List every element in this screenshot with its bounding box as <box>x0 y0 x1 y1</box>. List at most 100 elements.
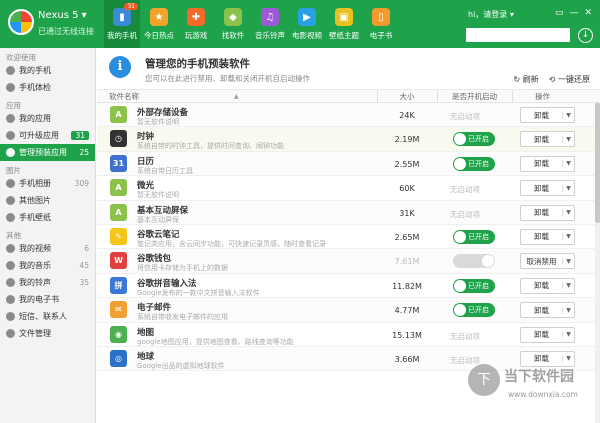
sidebar-count: 6 <box>84 244 89 253</box>
autostart-toggle[interactable]: 已开启 <box>453 156 495 171</box>
sidebar-item-16[interactable]: 短信、联系人 <box>0 308 95 325</box>
table-row[interactable]: ✉ 电子邮件 系统自带收发电子邮件的应用 4.77M 已开启 卸载 ▼ <box>97 298 600 323</box>
chevron-down-icon: ▼ <box>562 306 574 314</box>
sidebar-item-label: 我的应用 <box>19 114 51 123</box>
action-label: 卸载 <box>534 159 549 169</box>
device-name-dropdown[interactable]: Nexus 5 ▾ <box>38 10 87 21</box>
skin-button[interactable]: ▭ <box>555 8 564 18</box>
app-icon: ◷ <box>110 130 127 148</box>
toggle-knob <box>454 230 466 243</box>
sidebar-item-4[interactable]: 我的应用 <box>0 110 95 127</box>
sidebar-item-17[interactable]: 文件管理 <box>0 325 95 342</box>
nav-item-4[interactable]: ♫ 音乐铃声 <box>252 0 288 48</box>
action-dropdown[interactable]: 卸载 ▼ <box>520 228 575 245</box>
nav-item-7[interactable]: ▯ 电子书 <box>363 0 399 48</box>
scrollbar[interactable] <box>595 103 600 423</box>
nav-label: 今日热点 <box>144 31 174 40</box>
column-autostart: 是否开机启动 <box>452 91 497 101</box>
upgrade-icon <box>6 131 15 140</box>
scroll-thumb[interactable] <box>595 103 600 223</box>
sidebar-item-5[interactable]: 可升级应用 31 <box>0 127 95 144</box>
app-description: 将信用卡存储为手机上的数据 <box>137 264 228 273</box>
autostart-toggle[interactable]: 已开启 <box>453 303 495 318</box>
sidebar-item-15[interactable]: 我的电子书 <box>0 291 95 308</box>
sidebar-item-9[interactable]: 其他图片 <box>0 192 95 209</box>
nav-item-1[interactable]: ★ 今日热点 <box>141 0 177 48</box>
sidebar-item-6[interactable]: 管理预装应用 25 <box>0 144 95 161</box>
sidebar-section-label: 应用 <box>6 101 21 110</box>
chevron-down-icon: ▼ <box>562 355 574 363</box>
login-link[interactable]: hi，请登录 ▾ <box>468 9 514 20</box>
table-row[interactable]: ◎ 地球 Google出品的虚拟地球软件 3.66M 无启动项 卸载 ▼ <box>97 346 600 372</box>
autostart-status: 已开启 <box>468 135 489 144</box>
minimize-button[interactable]: — <box>569 8 578 18</box>
action-dropdown[interactable]: 取消禁用 ▼ <box>520 253 575 270</box>
nav-item-6[interactable]: ▣ 壁纸主题 <box>326 0 362 48</box>
autostart-status: 无启动项 <box>450 355 480 365</box>
nav-label: 玩游戏 <box>184 31 208 40</box>
sidebar-item-14[interactable]: 我的铃声 35 <box>0 274 95 291</box>
table-row[interactable]: W 谷歌钱包 将信用卡存储为手机上的数据 7.61M 取消禁用 ▼ <box>97 249 600 274</box>
sidebar-item-label: 手机体检 <box>19 83 51 92</box>
autostart-toggle[interactable]: 已开启 <box>453 132 495 147</box>
table-row[interactable]: 拼谷歌拼音输入法 Google发布的一款中文拼音输入法软件 11.82M 已开启 卸载 ▼ <box>97 274 600 299</box>
app-size: 24K <box>399 111 415 120</box>
app-size: 15.13M <box>392 330 422 340</box>
app-icon: ✎ <box>110 227 127 245</box>
app-size: 11.82M <box>392 281 422 291</box>
music-icon: ♫ <box>261 8 279 26</box>
table-row[interactable]: A 基本互动屏保 基本互动屏保 31K 无启动项 卸载 ▼ <box>97 200 600 225</box>
sidebar-item-10[interactable]: 手机壁纸 <box>0 209 95 226</box>
sidebar-item-1[interactable]: 我的手机 <box>0 62 95 79</box>
column-name[interactable]: 软件名称 <box>109 91 139 102</box>
action-dropdown[interactable]: 卸载 ▼ <box>520 277 575 294</box>
chevron-down-icon: ▼ <box>562 184 574 192</box>
restore-all-button[interactable]: ⟲ 一键还原 <box>549 74 590 85</box>
table-row[interactable]: 31 日历 系统自带日历工具 2.55M 已开启 卸载 ▼ <box>97 151 600 177</box>
download-manager-icon[interactable]: ↓ <box>578 28 593 43</box>
sidebar-item-8[interactable]: 手机相册 309 <box>0 175 95 192</box>
sidebar-item-label: 我的铃声 <box>19 278 51 287</box>
action-dropdown[interactable]: 卸载 ▼ <box>520 302 575 319</box>
refresh-button[interactable]: ↻ 刷新 <box>514 74 539 85</box>
table-row[interactable]: A 外部存储设备 暂无软件说明 24K 无启动项 卸载 ▼ <box>97 103 600 128</box>
action-label: 卸载 <box>534 134 549 144</box>
sort-up-icon[interactable]: ▲ <box>234 93 239 100</box>
autostart-toggle[interactable]: 已开启 <box>453 278 495 293</box>
app-description: 笔记类应用，含云同步功能，可快速记录灵感，随时查看记录 <box>137 239 326 248</box>
table-row[interactable]: ✎ 谷歌云笔记 笔记类应用，含云同步功能，可快速记录灵感，随时查看记录 2.65M 已开… <box>97 225 600 250</box>
app-description: 暂无软件说明 <box>137 118 179 126</box>
close-button[interactable]: ✕ <box>584 8 592 18</box>
sidebar-count: 45 <box>79 261 89 270</box>
sidebar: 欢迎使用 我的手机 手机体检 应用 我的应用 可升级应用 31 管理预装应用 25 图片 手机相册 3… <box>0 48 96 423</box>
phone-icon <box>6 66 15 75</box>
action-dropdown[interactable]: 卸载 ▼ <box>520 155 575 172</box>
nav-item-0[interactable]: ▮ 我的手机 31 <box>104 0 140 48</box>
chevron-down-icon: ▼ <box>562 160 574 168</box>
action-dropdown[interactable]: 卸载 ▼ <box>520 204 575 221</box>
search-input[interactable] <box>466 28 570 42</box>
action-dropdown[interactable]: 卸载 ▼ <box>520 350 575 367</box>
autostart-toggle[interactable]: 已开启 <box>453 229 495 244</box>
nav-item-3[interactable]: ◆ 找软件 <box>215 0 251 48</box>
action-dropdown[interactable]: 卸载 ▼ <box>520 326 575 343</box>
table-row[interactable]: A 微光 暂无软件说明 60K 无启动项 卸载 ▼ <box>97 176 600 201</box>
column-size[interactable]: 大小 <box>397 91 417 102</box>
sidebar-item-2[interactable]: 手机体检 <box>0 79 95 96</box>
action-dropdown[interactable]: 卸载 ▼ <box>520 107 575 123</box>
info-icon: i <box>109 56 131 78</box>
nav-item-2[interactable]: ✚ 玩游戏 <box>178 0 214 48</box>
action-dropdown[interactable]: 卸载 ▼ <box>520 180 575 197</box>
sidebar-item-12[interactable]: 我的视频 6 <box>0 240 95 257</box>
book-icon: ▯ <box>372 8 390 26</box>
action-dropdown[interactable]: 卸载 ▼ <box>520 131 575 148</box>
table-row[interactable]: ◉ 地图 google地图应用，提供地图查看、路线查询等功能 15.13M 无启动项 卸载… <box>97 323 600 347</box>
action-label: 卸载 <box>534 281 549 291</box>
table-header: 软件名称 ▲ 大小 是否开机启动 操作 <box>97 90 600 103</box>
sidebar-item-13[interactable]: 我的音乐 45 <box>0 257 95 274</box>
app-description: Google出品的虚拟地球软件 <box>137 361 225 370</box>
app-description: Google发布的一款中文拼音输入法软件 <box>137 288 260 297</box>
table-row[interactable]: ◷ 时钟 系统自带的时钟工具，提供时间查询、闹钟功能 2.19M 已开启 卸载 ▼ <box>97 127 600 152</box>
app-icon: 拼 <box>110 276 127 294</box>
nav-item-5[interactable]: ▶ 电影视频 <box>289 0 325 48</box>
